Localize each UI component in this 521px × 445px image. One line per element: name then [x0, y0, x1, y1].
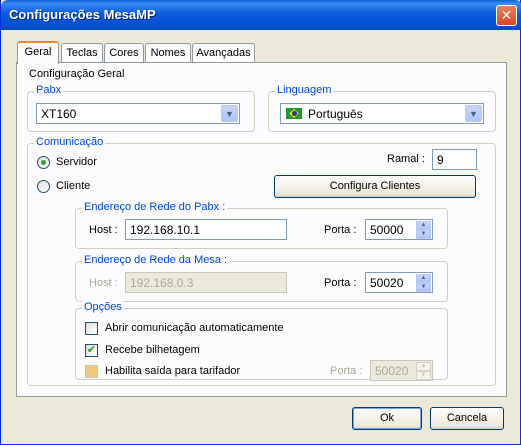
mesa-porta-label: Porta :	[324, 277, 357, 289]
linguagem-group-label: Linguagem	[275, 84, 334, 96]
tarifador-porta-label: Porta :	[330, 365, 363, 377]
tab-panel-geral: Configuração Geral Pabx XT160 ▼ Linguage…	[16, 62, 507, 397]
pabx-group: Pabx XT160 ▼	[27, 84, 255, 132]
pabx-host-input[interactable]: 192.168.10.1	[125, 219, 287, 240]
mesa-host-label: Host :	[89, 277, 118, 289]
tab-label: Geral	[24, 46, 52, 58]
recebe-bilhetagem-checkbox[interactable]: ✔	[85, 344, 98, 357]
ramal-label: Ramal :	[387, 153, 425, 165]
pabx-host-label: Host :	[89, 224, 118, 236]
spin-up-icon[interactable]: ▲	[416, 274, 431, 283]
servidor-label: Servidor	[56, 156, 97, 168]
servidor-radio[interactable]	[37, 156, 50, 169]
brazil-flag-icon	[286, 108, 302, 119]
spin-down-icon[interactable]: ▼	[416, 230, 431, 239]
mesa-host-input: 192.168.0.3	[125, 272, 287, 293]
close-button[interactable]: ✕	[496, 5, 517, 26]
tab-teclas[interactable]: Teclas	[61, 43, 103, 63]
pabx-select-value: XT160	[41, 107, 77, 121]
cliente-radio[interactable]	[37, 180, 50, 193]
tab-label: Nomes	[150, 47, 186, 59]
close-icon: ✕	[500, 7, 513, 23]
tarifador-porta-stepper: 50020 ▲ ▼	[370, 360, 433, 381]
tab-nomes[interactable]: Nomes	[145, 43, 191, 63]
comunicacao-group-label: Comunicação	[34, 136, 106, 148]
spin-up-icon[interactable]: ▲	[416, 221, 431, 230]
ramal-input[interactable]: 9	[432, 149, 477, 170]
opcoes-label: Opções	[82, 301, 124, 313]
tab-label: Avançadas	[196, 47, 251, 59]
opcoes-group: Opções Abrir comunicação automaticamente…	[75, 301, 448, 381]
spin-down-icon: ▼	[416, 371, 431, 380]
abrir-comunicacao-label: Abrir comunicação automaticamente	[105, 322, 284, 334]
rede-mesa-label: Endereço de Rede da Mesa :	[82, 254, 230, 266]
section-heading: Configuração Geral	[29, 68, 125, 80]
tarifador-porta-value: 50020	[375, 364, 409, 378]
pabx-group-label: Pabx	[34, 84, 64, 96]
title-bar[interactable]: Configurações MesaMP ✕	[1, 0, 521, 30]
rede-mesa-group: Endereço de Rede da Mesa : Host : 192.16…	[75, 254, 448, 302]
tab-label: Teclas	[66, 47, 98, 59]
configura-clientes-button[interactable]: Configura Clientes	[274, 175, 476, 198]
chevron-down-icon[interactable]: ▼	[465, 105, 482, 122]
linguagem-select[interactable]: Português ▼	[280, 103, 484, 124]
pabx-porta-label: Porta :	[324, 224, 357, 236]
ok-button[interactable]: Ok	[352, 407, 422, 430]
linguagem-select-value: Português	[308, 107, 363, 121]
checkmark-icon: ✔	[86, 344, 97, 356]
cancel-button[interactable]: Cancela	[430, 407, 504, 430]
chevron-down-icon[interactable]: ▼	[221, 105, 238, 122]
habilita-tarifador-checkbox[interactable]	[85, 365, 98, 378]
pabx-porta-value: 50000	[370, 223, 404, 237]
rede-pabx-label: Endereço de Rede do Pabx :	[82, 201, 228, 213]
spin-up-icon: ▲	[416, 362, 431, 371]
comunicacao-group: Comunicação Servidor Cliente Ramal : 9 C…	[27, 136, 496, 386]
recebe-bilhetagem-label: Recebe bilhetagem	[105, 344, 200, 356]
abrir-comunicacao-checkbox[interactable]	[85, 322, 98, 335]
mesa-porta-value: 50020	[370, 276, 404, 290]
spin-down-icon[interactable]: ▼	[416, 283, 431, 292]
window-title: Configurações MesaMP	[9, 7, 156, 22]
mesa-porta-stepper[interactable]: 50020 ▲ ▼	[365, 272, 433, 293]
tab-label: Cores	[109, 47, 139, 59]
rede-pabx-group: Endereço de Rede do Pabx : Host : 192.16…	[75, 201, 448, 249]
habilita-tarifador-label: Habilita saída para tarifador	[105, 365, 241, 377]
pabx-select[interactable]: XT160 ▼	[36, 103, 240, 124]
linguagem-group: Linguagem Português ▼	[268, 84, 496, 132]
pabx-porta-stepper[interactable]: 50000 ▲ ▼	[365, 219, 433, 240]
tab-cores[interactable]: Cores	[104, 43, 144, 63]
tab-geral[interactable]: Geral	[17, 41, 59, 64]
cliente-label: Cliente	[56, 180, 91, 192]
tab-avancadas[interactable]: Avançadas	[192, 43, 255, 63]
